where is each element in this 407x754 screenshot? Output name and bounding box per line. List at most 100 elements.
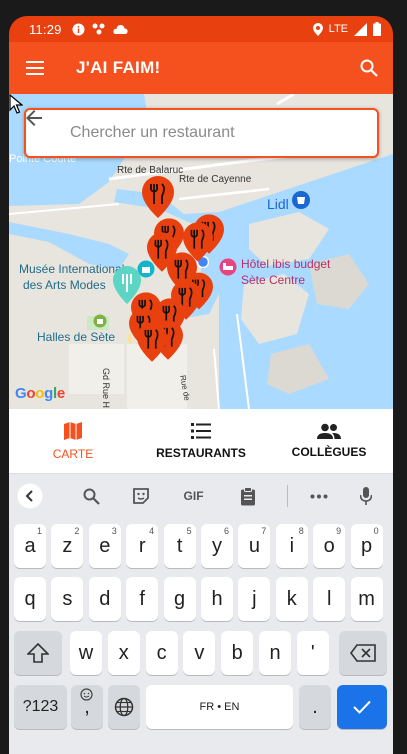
- key-d[interactable]: d: [88, 577, 121, 621]
- toolbar-gif-button[interactable]: GIF: [166, 478, 220, 514]
- market-poi-icon: [93, 314, 107, 328]
- key-y[interactable]: y6: [201, 524, 233, 568]
- key-h[interactable]: h: [201, 577, 233, 621]
- chevron-left-icon: [17, 483, 43, 509]
- map-label-musee-1: Musée International: [19, 262, 125, 276]
- nav-tab-restaurants[interactable]: RESTAURANTS: [137, 409, 265, 473]
- key-k[interactable]: k: [275, 577, 308, 621]
- shopping-poi-icon: [292, 191, 310, 209]
- map-label-cayenne: Rte de Cayenne: [179, 174, 252, 185]
- network-type: LTE: [328, 23, 348, 35]
- mouse-cursor-icon: [9, 94, 23, 114]
- key-hint: 5: [186, 526, 192, 536]
- key-hint: 7: [261, 526, 267, 536]
- key-e[interactable]: e3: [88, 524, 121, 568]
- key-w[interactable]: w: [70, 631, 102, 675]
- period-key[interactable]: .: [299, 685, 331, 729]
- soft-keyboard: GIF a1z2e3r4t5y6u7i8o9p0 qsdfghjklm wxcv…: [9, 474, 393, 754]
- nav-tab-collegues[interactable]: COLLÈGUES: [265, 409, 393, 473]
- toolbar-sticker-button[interactable]: [116, 478, 166, 514]
- shift-key[interactable]: [14, 631, 62, 675]
- location-icon: [312, 22, 323, 36]
- hamburger-icon: [26, 61, 44, 75]
- key-label: p: [361, 534, 373, 557]
- phone-screen: 11:29 LTE J'AI FAIM! Rte de Balaruc Rte …: [9, 16, 393, 754]
- gif-label: GIF: [183, 489, 204, 503]
- key-o[interactable]: o9: [313, 524, 346, 568]
- signal-icon: [354, 22, 367, 36]
- restaurant-search-box[interactable]: [24, 108, 379, 158]
- key-x[interactable]: x: [107, 631, 140, 675]
- map-label-musee-2: des Arts Modes: [23, 278, 106, 292]
- search-back-button[interactable]: [26, 110, 70, 156]
- map-label-hotel-1: Hôtel ibis budget: [241, 257, 331, 271]
- key-v[interactable]: v: [183, 631, 216, 675]
- key-q[interactable]: q: [14, 577, 46, 621]
- key-m[interactable]: m: [350, 577, 383, 621]
- nav-label-carte: CARTE: [52, 447, 94, 461]
- google-logo-letter: o: [26, 385, 36, 402]
- backspace-key[interactable]: [339, 631, 387, 675]
- nfc-icon: [92, 23, 105, 35]
- nav-label-restaurants: RESTAURANTS: [156, 446, 246, 460]
- key-i[interactable]: i8: [275, 524, 308, 568]
- nav-label-collegues: COLLÈGUES: [291, 445, 367, 459]
- more-horizontal-icon: [310, 494, 328, 498]
- globe-icon: [114, 697, 134, 717]
- symbols-key[interactable]: ?123: [14, 685, 67, 729]
- cloud-icon: [113, 24, 128, 34]
- key-c[interactable]: c: [145, 631, 178, 675]
- key-t[interactable]: t5: [163, 524, 196, 568]
- space-key[interactable]: FR • EN: [146, 685, 293, 729]
- people-icon: [317, 423, 341, 439]
- key-z[interactable]: z2: [51, 524, 84, 568]
- comma-key[interactable]: ,: [71, 685, 103, 729]
- key-b[interactable]: b: [221, 631, 254, 675]
- arrow-back-icon: [26, 110, 42, 126]
- key-apostrophe[interactable]: ': [296, 631, 329, 675]
- status-time: 11:29: [29, 21, 62, 37]
- search-input[interactable]: [70, 124, 360, 142]
- keyboard-row-2: qsdfghjklm: [9, 577, 393, 623]
- toolbar-clipboard-button[interactable]: [221, 478, 275, 514]
- menu-button[interactable]: [9, 42, 61, 94]
- key-j[interactable]: j: [238, 577, 271, 621]
- toolbar-search-button[interactable]: [66, 478, 116, 514]
- restaurant-marker-icon[interactable]: [142, 176, 174, 218]
- map-icon: [64, 422, 82, 440]
- key-hint: 3: [111, 526, 117, 536]
- key-hint: 9: [336, 526, 342, 536]
- google-logo-letter: o: [35, 385, 45, 402]
- key-g[interactable]: g: [163, 577, 196, 621]
- keyboard-row-3: w x c v b n ': [9, 631, 393, 677]
- key-hint: 1: [36, 526, 42, 536]
- key-hint: 8: [298, 526, 304, 536]
- toolbar-more-button[interactable]: [300, 478, 339, 514]
- battery-icon: [373, 22, 381, 36]
- toolbar-voice-button[interactable]: [346, 478, 385, 514]
- key-a[interactable]: a1: [14, 524, 46, 568]
- nav-tab-carte[interactable]: CARTE: [9, 409, 137, 473]
- map-view[interactable]: Rte de Balaruc Rte de Cayenne Lidl Point…: [9, 94, 393, 409]
- app-title: J'AI FAIM!: [76, 58, 161, 77]
- clipboard-icon: [240, 486, 255, 505]
- microphone-icon: [359, 487, 372, 505]
- key-p[interactable]: p0: [350, 524, 383, 568]
- status-bar: 11:29 LTE: [9, 16, 393, 42]
- key-l[interactable]: l: [313, 577, 346, 621]
- emoji-icon: [80, 688, 93, 701]
- search-icon: [360, 59, 378, 77]
- key-f[interactable]: f: [126, 577, 159, 621]
- toolbar-collapse-button[interactable]: [16, 478, 45, 514]
- search-button[interactable]: [345, 42, 393, 94]
- language-key[interactable]: [108, 685, 140, 729]
- key-label: o: [323, 534, 335, 557]
- key-n[interactable]: n: [259, 631, 291, 675]
- key-hint: 0: [373, 526, 379, 536]
- restaurant-marker-icon[interactable]: [137, 322, 167, 362]
- key-r[interactable]: r4: [126, 524, 159, 568]
- key-u[interactable]: u7: [238, 524, 271, 568]
- key-s[interactable]: s: [51, 577, 84, 621]
- list-icon: [191, 423, 211, 439]
- enter-key[interactable]: [337, 685, 387, 729]
